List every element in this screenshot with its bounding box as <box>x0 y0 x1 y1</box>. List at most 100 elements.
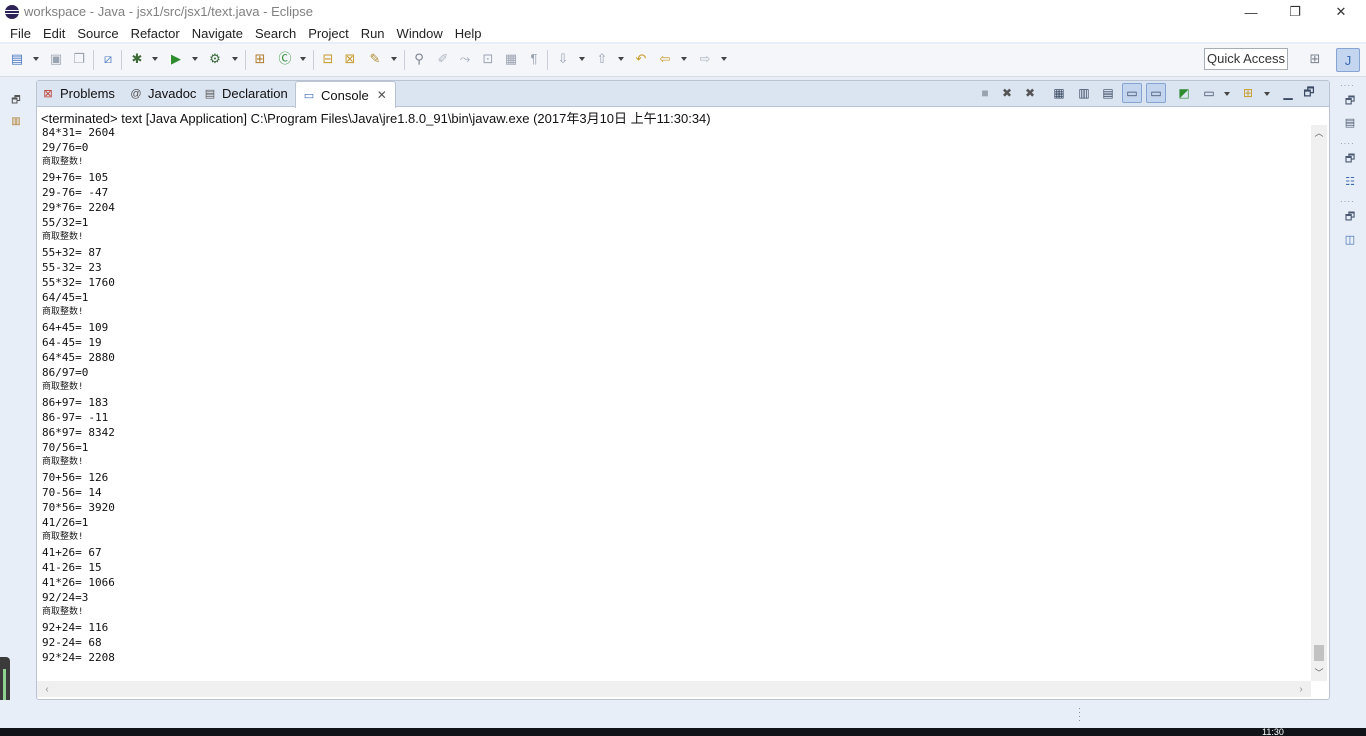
skip-breakpoints-icon[interactable]: ⧄ <box>100 51 116 67</box>
package-explorer-icon[interactable]: ▥ <box>9 114 23 128</box>
open-console-dropdown-icon[interactable] <box>1264 92 1270 96</box>
open-perspective-icon[interactable]: ⊞ <box>1304 48 1326 70</box>
console-line: 92/24=3 <box>42 591 89 604</box>
word-wrap-icon[interactable]: ⊡ <box>480 51 496 67</box>
close-button[interactable]: ✕ <box>1318 0 1364 24</box>
menu-help[interactable]: Help <box>453 26 484 41</box>
forward-icon[interactable]: ⇨ <box>697 51 713 67</box>
show-console-stdout-icon[interactable]: ▭ <box>1122 83 1142 103</box>
open-type-icon[interactable]: ⊟ <box>320 51 336 67</box>
run-external-icon[interactable]: ⚙ <box>207 51 223 67</box>
tab-problems[interactable]: ⊠ Problems <box>41 81 115 106</box>
editor-area-icon[interactable]: ◫ <box>1341 230 1359 248</box>
console-line: 86+97= 183 <box>42 396 109 409</box>
prev-annotation-dropdown-icon[interactable] <box>618 57 624 61</box>
menu-refactor[interactable]: Refactor <box>129 26 182 41</box>
run-icon[interactable]: ▶ <box>168 51 184 67</box>
menu-window[interactable]: Window <box>395 26 445 41</box>
new-java-class-icon[interactable]: Ⓒ <box>277 51 293 67</box>
title-bar: workspace - Java - jsx1/src/jsx1/text.ja… <box>0 0 1366 24</box>
task-list-icon[interactable]: ▤ <box>1341 113 1359 131</box>
open-task-icon[interactable]: ⊠ <box>342 51 358 67</box>
toggle-mark-occurrences-icon[interactable]: ⚲ <box>411 51 427 67</box>
debug-icon[interactable]: ✱ <box>129 51 145 67</box>
console-line: 86*97= 8342 <box>42 426 115 439</box>
save-all-icon[interactable]: ❐ <box>71 51 87 67</box>
java-perspective-icon[interactable]: J <box>1336 48 1360 72</box>
console-line: 41+26= 67 <box>42 546 102 559</box>
console-line: 55+32= 87 <box>42 246 102 259</box>
block-selection-icon[interactable]: ▦ <box>503 51 519 67</box>
console-line: 29-76= -47 <box>42 186 109 199</box>
display-console-dropdown-icon[interactable] <box>1224 92 1230 96</box>
remove-all-terminated-icon[interactable]: ✖ <box>1022 85 1038 101</box>
scroll-left-icon[interactable]: ‹ <box>39 681 55 697</box>
new-class-dropdown-icon[interactable] <box>300 57 306 61</box>
new-dropdown-icon[interactable] <box>33 57 39 61</box>
close-tab-icon[interactable]: ✕ <box>377 88 387 102</box>
console-line: 92+24= 116 <box>42 621 109 634</box>
pin-console-icon[interactable]: ◩ <box>1176 85 1192 101</box>
pen-icon[interactable]: ✐ <box>435 51 451 67</box>
debug-dropdown-icon[interactable] <box>152 57 158 61</box>
maximize-view-icon[interactable]: 🗗 <box>1301 85 1317 101</box>
clear-console-icon[interactable]: ▦ <box>1051 85 1067 101</box>
left-trim-bar: 🗗 ▥ <box>0 80 32 700</box>
remove-launch-icon[interactable]: ✖ <box>999 85 1015 101</box>
new-icon[interactable]: ▤ <box>9 51 25 67</box>
console-line: 92*24= 2208 <box>42 651 115 664</box>
display-selected-console-icon[interactable]: ▭ <box>1201 85 1217 101</box>
show-console-stderr-icon[interactable]: ▭ <box>1146 83 1166 103</box>
next-annotation-icon[interactable]: ⇩ <box>555 51 571 67</box>
open-console-icon[interactable]: ⊞ <box>1240 85 1256 101</box>
run-dropdown-icon[interactable] <box>192 57 198 61</box>
tab-javadoc[interactable]: @ Javadoc <box>129 81 196 106</box>
minimize-view-icon[interactable]: ▁ <box>1280 85 1296 101</box>
restore-view-icon[interactable]: 🗗 <box>1341 92 1359 110</box>
scroll-lock-icon[interactable]: ▥ <box>1076 85 1092 101</box>
menu-run[interactable]: Run <box>359 26 387 41</box>
terminate-icon[interactable]: ■ <box>977 85 993 101</box>
scroll-thumb[interactable] <box>1314 645 1324 661</box>
forward-dropdown-icon[interactable] <box>721 57 727 61</box>
word-wrap-icon[interactable]: ▤ <box>1100 85 1116 101</box>
menu-source[interactable]: Source <box>75 26 120 41</box>
restore-view-icon[interactable]: 🗗 <box>1341 208 1359 226</box>
scroll-down-icon[interactable]: ﹀ <box>1311 665 1327 679</box>
menu-project[interactable]: Project <box>306 26 350 41</box>
run-external-dropdown-icon[interactable] <box>232 57 238 61</box>
search-dropdown-icon[interactable] <box>391 57 397 61</box>
horizontal-scrollbar[interactable]: ‹ › <box>37 681 1311 697</box>
back-icon[interactable]: ⇦ <box>657 51 673 67</box>
tab-declaration[interactable]: ▤ Declaration <box>203 81 288 106</box>
console-line: 29/76=0 <box>42 141 89 154</box>
link-icon[interactable]: ⤳ <box>457 51 473 67</box>
back-dropdown-icon[interactable] <box>681 57 687 61</box>
prev-annotation-icon[interactable]: ⇧ <box>594 51 610 67</box>
quick-access-input[interactable]: Quick Access <box>1204 48 1288 70</box>
console-output[interactable]: 84*31= 2604 29/76=0 商取整数! 29+76= 105 29-76= … <box>42 125 1310 683</box>
last-edit-icon[interactable]: ↶ <box>633 51 649 67</box>
menu-search[interactable]: Search <box>253 26 298 41</box>
menu-navigate[interactable]: Navigate <box>190 26 245 41</box>
console-line: 商取整数! <box>42 307 84 317</box>
window-title: workspace - Java - jsx1/src/jsx1/text.ja… <box>24 4 313 19</box>
next-annotation-dropdown-icon[interactable] <box>579 57 585 61</box>
vertical-scrollbar[interactable]: ︿ ﹀ <box>1311 125 1327 681</box>
scroll-right-icon[interactable]: › <box>1293 681 1309 697</box>
restore-view-icon[interactable]: 🗗 <box>9 94 23 108</box>
scroll-up-icon[interactable]: ︿ <box>1311 125 1327 139</box>
minimize-button[interactable]: — <box>1228 0 1274 24</box>
menu-file[interactable]: File <box>8 26 33 41</box>
menu-edit[interactable]: Edit <box>41 26 67 41</box>
outline-icon[interactable]: ☷ <box>1341 172 1359 190</box>
console-line: 70+56= 126 <box>42 471 109 484</box>
new-java-package-icon[interactable]: ⊞ <box>252 51 268 67</box>
search-icon[interactable]: ✎ <box>367 51 383 67</box>
restore-button[interactable]: ❐ <box>1272 0 1318 24</box>
show-whitespace-icon[interactable]: ¶ <box>526 51 542 67</box>
console-line: 70/56=1 <box>42 441 89 454</box>
restore-view-icon[interactable]: 🗗 <box>1341 150 1359 168</box>
save-icon[interactable]: ▣ <box>48 51 64 67</box>
tab-console[interactable]: ▭ Console ✕ <box>295 81 396 108</box>
